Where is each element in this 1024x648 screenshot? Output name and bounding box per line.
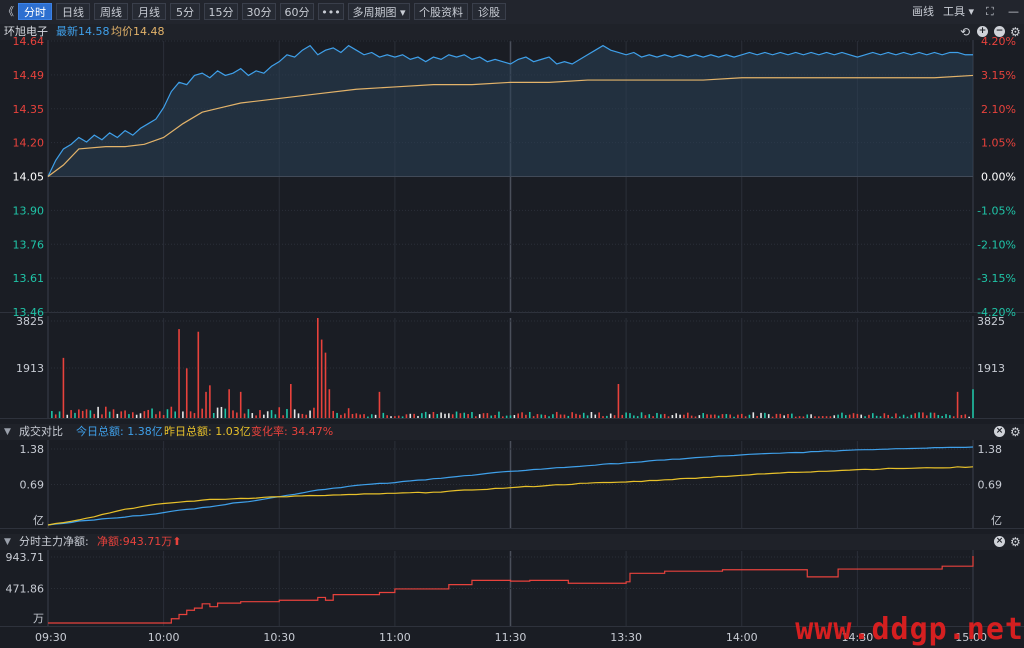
reset-icon[interactable]: ⟲ xyxy=(960,24,970,40)
volume-y-tick: 3825 xyxy=(16,315,44,328)
stock-name: 环旭电子 xyxy=(4,25,48,38)
x-axis-tick: 10:30 xyxy=(263,631,295,644)
price-area-fill xyxy=(48,45,973,177)
y-left-tick: 13.90 xyxy=(13,204,45,217)
price-panel-header: 环旭电子 最新14.58 均价14.48 ⟲ + − ⚙ xyxy=(0,24,1024,40)
y-right-tick: 1.05% xyxy=(981,137,1016,150)
tab-9[interactable]: 多周期图 ▾ xyxy=(348,3,410,20)
tab-11[interactable]: 诊股 xyxy=(472,3,506,20)
settings-icon[interactable]: ⚙ xyxy=(1010,424,1021,440)
zoom-in-icon[interactable]: + xyxy=(977,26,988,37)
y-left-tick: 14.05 xyxy=(13,171,45,184)
y-left-tick: 13.76 xyxy=(13,238,45,251)
tab-5[interactable]: 15分 xyxy=(204,3,238,20)
mainforce-y-tick: 471.86 xyxy=(6,583,45,596)
expand-icon[interactable]: ⛶ xyxy=(986,3,994,20)
turnover-panel-title: 成交对比 xyxy=(19,425,63,438)
turnover-y-tick: 0.69 xyxy=(20,479,45,492)
mainforce-panel-title: 分时主力净额: xyxy=(19,535,89,548)
latest-price-label: 最新14.58 xyxy=(56,25,110,38)
draw-line-button[interactable]: 画线 xyxy=(912,3,934,20)
series-line-今日总额 xyxy=(47,446,974,526)
settings-icon[interactable]: ⚙ xyxy=(1010,24,1021,40)
y-right-tick: 0.00% xyxy=(981,171,1016,184)
settings-icon[interactable]: ⚙ xyxy=(1010,534,1021,550)
tab-7[interactable]: 60分 xyxy=(280,3,314,20)
close-icon[interactable]: × xyxy=(994,536,1005,547)
x-axis-tick: 10:00 xyxy=(148,631,180,644)
tab-3[interactable]: 月线 xyxy=(132,3,166,20)
x-axis-tick: 09:30 xyxy=(35,631,67,644)
x-axis-tick: 11:30 xyxy=(495,631,527,644)
series-line-均价 xyxy=(47,74,974,177)
tab-2[interactable]: 周线 xyxy=(94,3,128,20)
y-right-tick: -1.05% xyxy=(977,204,1016,217)
zoom-out-icon[interactable]: − xyxy=(994,26,1005,37)
yesterday-total-label: 昨日总额: 1.03亿 xyxy=(164,425,251,438)
turnover-y-tick-right: 1.38 xyxy=(978,443,1003,456)
volume-y-tick: 1913 xyxy=(16,362,44,375)
mainforce-panel-header: ▼ 分时主力净额: 净额:943.71万⬆ × ⚙ xyxy=(0,534,1024,550)
today-total-label: 今日总额: 1.38亿 xyxy=(76,425,163,438)
y-right-tick: -2.10% xyxy=(977,238,1016,251)
mainforce-y-tick: 943.71 xyxy=(6,551,45,564)
y-left-tick: 14.35 xyxy=(13,103,45,116)
y-left-tick: 13.46 xyxy=(13,306,45,319)
collapse-icon[interactable]: 《 xyxy=(3,3,14,20)
tab-10[interactable]: 个股资料 xyxy=(414,3,468,20)
intraday-chart: 14.64 4.20%14.49 3.15%14.35 2.10%14.20 1.05%… xyxy=(0,35,1024,644)
chart-toolbar: 《 分时 日线 周线 月线 5分 15分 30分 60分 ••• 多周期图 ▾ 个股资料 诊股 画线 … xyxy=(0,0,1024,25)
tab-4[interactable]: 5分 xyxy=(170,3,200,20)
series-line-最新 xyxy=(47,44,973,177)
y-right-tick: -3.15% xyxy=(977,272,1016,285)
collapse-panel-icon[interactable]: ▼ xyxy=(4,534,11,550)
change-rate-label: 变化率: 34.47% xyxy=(251,425,334,438)
collapse-panel-icon[interactable]: ▼ xyxy=(4,424,11,440)
y-right-tick: 2.10% xyxy=(981,103,1016,116)
volume-y-tick-right: 1913 xyxy=(977,362,1005,375)
turnover-y-tick: 亿 xyxy=(33,514,44,527)
mainforce-y-tick: 万 xyxy=(33,612,44,625)
tools-dropdown[interactable]: 工具 ▾ xyxy=(943,3,974,20)
tab-8[interactable]: ••• xyxy=(318,3,344,20)
tab-6[interactable]: 30分 xyxy=(242,3,276,20)
turnover-y-tick: 1.38 xyxy=(20,443,45,456)
turnover-y-tick-right: 亿 xyxy=(991,514,1002,527)
turnover-panel-header: ▼ 成交对比 今日总额: 1.38亿 昨日总额: 1.03亿 变化率: 34.4… xyxy=(0,424,1024,440)
close-icon[interactable]: × xyxy=(994,426,1005,437)
y-right-tick: 3.15% xyxy=(981,69,1016,82)
x-axis-tick: 11:00 xyxy=(379,631,411,644)
y-right-tick: -4.20% xyxy=(977,306,1016,319)
tab-1[interactable]: 日线 xyxy=(56,3,90,20)
x-axis-tick: 14:00 xyxy=(726,631,758,644)
y-left-tick: 14.49 xyxy=(13,69,45,82)
volume-y-tick-right: 3825 xyxy=(977,315,1005,328)
minimize-icon[interactable]: — xyxy=(1008,3,1019,20)
avg-price-label: 均价14.48 xyxy=(111,25,165,38)
net-amount-label: 净额:943.71万⬆ xyxy=(97,535,182,548)
y-left-tick: 14.20 xyxy=(13,137,45,150)
turnover-y-tick-right: 0.69 xyxy=(978,479,1003,492)
x-axis-tick: 13:30 xyxy=(610,631,642,644)
watermark: www.ddgp.net xyxy=(795,612,1024,647)
series-line-昨日总额 xyxy=(47,466,974,526)
tab-0[interactable]: 分时 xyxy=(18,3,52,20)
y-left-tick: 13.61 xyxy=(13,272,45,285)
